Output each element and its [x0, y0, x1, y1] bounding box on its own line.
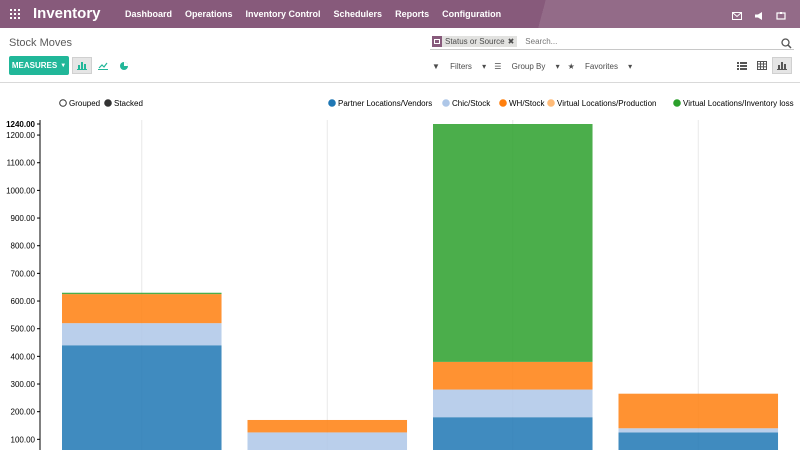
announcement-icon[interactable] — [754, 8, 764, 20]
menu-inventory-control[interactable]: Inventory Control — [246, 9, 321, 19]
menu-operations[interactable]: Operations — [185, 9, 233, 19]
stacked-bar-chart: 100.00 200.00 300.00 400.00 500.00 600.00 700.… — [6, 99, 794, 455]
apps-menu-icon[interactable] — [10, 9, 20, 19]
facet-close-icon[interactable]: ✖ — [508, 37, 515, 46]
y-tick-label: 1100.00 — [7, 159, 36, 168]
groupby-label: Group By — [511, 62, 546, 71]
legend-label: WH/Stock — [509, 99, 546, 108]
y-tick-label: 1200.00 — [6, 131, 35, 140]
legend-label: Chic/Stock — [452, 99, 491, 108]
y-tick-label: 300.00 — [11, 380, 36, 389]
y-tick-label: 600.00 — [11, 297, 36, 306]
envelope-icon[interactable] — [732, 8, 742, 20]
legend-item[interactable]: WH/Stock — [499, 99, 546, 108]
bar-chart-mode-button[interactable] — [72, 57, 92, 74]
measures-button[interactable]: MEASURES ▼ — [9, 56, 69, 75]
stacked-toggle[interactable]: Stacked — [104, 99, 143, 108]
y-tick-label: 500.00 — [11, 325, 36, 334]
filters-dropdown[interactable]: ▼ Filters ▾ — [432, 62, 486, 71]
legend-label: Virtual Locations/Production — [557, 99, 656, 108]
y-tick-label: 400.00 — [11, 352, 36, 361]
measures-label: MEASURES — [11, 61, 58, 70]
radio-icon — [59, 99, 67, 107]
stacked-label: Stacked — [114, 99, 143, 108]
legend-label: Virtual Locations/Inventory loss — [683, 99, 794, 108]
star-icon: ★ — [567, 62, 575, 71]
list-view-button[interactable] — [732, 57, 752, 74]
top-navbar: Inventory Dashboard Operations Inventory… — [0, 0, 800, 28]
bar-segment[interactable] — [433, 124, 593, 362]
search-facet: Status or Source ✖ — [442, 36, 518, 47]
menu-reports[interactable]: Reports — [395, 9, 429, 19]
bar-segment[interactable] — [433, 361, 593, 390]
bar-segment[interactable] — [433, 389, 593, 418]
table-icon — [757, 61, 767, 70]
caret-down-icon: ▼ — [60, 62, 67, 69]
bar-segment[interactable] — [62, 294, 222, 324]
app-title[interactable]: Inventory — [33, 5, 101, 22]
search-options: ▼ Filters ▾ ☰ Group By ▾ ★ Favorites ▾ — [432, 62, 640, 71]
pie-chart-icon — [120, 61, 128, 70]
bar-segment[interactable] — [62, 292, 222, 295]
bar-segment[interactable] — [247, 432, 408, 455]
menu-configuration[interactable]: Configuration — [442, 9, 501, 19]
legend-swatch-icon — [673, 99, 681, 107]
breadcrumb: Stock Moves — [9, 37, 72, 49]
legend-swatch-icon — [499, 99, 507, 107]
legend-swatch-icon — [328, 99, 336, 107]
pie-chart-mode-button[interactable] — [114, 57, 134, 74]
legend-label: Partner Locations/Vendors — [338, 99, 432, 108]
radio-icon — [104, 99, 112, 107]
line-chart-icon — [98, 62, 108, 70]
legend-swatch-icon — [442, 99, 450, 107]
list-view-icon — [737, 61, 747, 70]
search-input[interactable] — [525, 37, 756, 46]
y-tick-label: 200.00 — [11, 408, 36, 417]
bar-segment[interactable] — [618, 393, 779, 429]
favorites-dropdown[interactable]: ★ Favorites ▾ — [568, 62, 633, 71]
y-tick-label: 1000.00 — [6, 186, 35, 195]
bar-segment[interactable] — [62, 323, 222, 346]
grouped-label: Grouped — [69, 99, 100, 108]
bar-segment[interactable] — [433, 417, 593, 455]
bar-segment[interactable] — [618, 432, 779, 455]
y-tick-label: 1240.00 — [6, 120, 35, 129]
legend-item[interactable]: Partner Locations/Vendors — [328, 99, 433, 108]
legend-swatch-icon — [547, 99, 555, 107]
filter-icon: ▼ — [432, 62, 440, 71]
search-facet-label: Status or Source — [445, 37, 505, 46]
control-panel: Stock Moves Status or Source ✖ MEASURES … — [0, 28, 800, 83]
legend-item[interactable]: Chic/Stock — [442, 99, 492, 108]
groupby-dropdown[interactable]: ☰ Group By ▾ — [494, 62, 559, 71]
bar-chart-icon — [77, 62, 87, 70]
y-tick-label: 900.00 — [11, 214, 36, 223]
pivot-view-button[interactable] — [752, 57, 772, 74]
bar-segment[interactable] — [247, 419, 408, 433]
graph-view: 100.00 200.00 300.00 400.00 500.00 600.00 700.… — [0, 84, 800, 455]
search-bar[interactable]: Status or Source ✖ — [430, 34, 794, 50]
main-menu: Dashboard Operations Inventory Control S… — [125, 9, 514, 19]
bar-chart-icon — [777, 62, 787, 70]
y-tick-label: 800.00 — [11, 242, 36, 251]
y-tick-label: 700.00 — [11, 269, 36, 278]
menu-dashboard[interactable]: Dashboard — [125, 9, 172, 19]
filters-label: Filters — [450, 62, 472, 71]
user-menu-icon[interactable] — [776, 8, 786, 20]
legend-item[interactable]: Virtual Locations/Inventory loss — [673, 99, 794, 108]
list-icon: ☰ — [494, 62, 502, 71]
filter-facet-icon — [432, 36, 442, 47]
search-icon[interactable] — [781, 36, 792, 54]
graph-view-button[interactable] — [772, 57, 792, 74]
bar-segment[interactable] — [62, 345, 222, 455]
menu-schedulers[interactable]: Schedulers — [334, 9, 383, 19]
systray — [732, 8, 786, 20]
legend-item[interactable]: Virtual Locations/Production — [547, 99, 657, 108]
y-tick-label: 100.00 — [11, 435, 36, 444]
favorites-label: Favorites — [585, 62, 618, 71]
line-chart-mode-button[interactable] — [93, 57, 113, 74]
bar-segment[interactable] — [618, 428, 779, 433]
grouped-toggle[interactable]: Grouped — [59, 99, 100, 108]
